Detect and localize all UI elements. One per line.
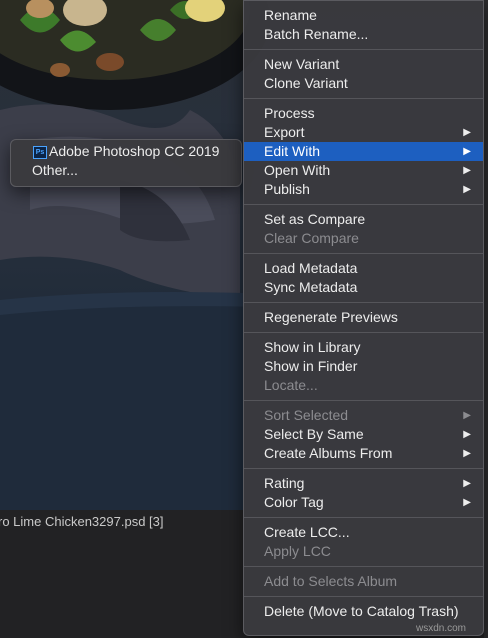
menu-item-label: Sort Selected (264, 407, 349, 423)
submenu-arrow-icon: ▶ (463, 165, 471, 176)
menu-item-new-variant[interactable]: New Variant (244, 55, 483, 74)
menu-item-delete-move-to-catalog-trash[interactable]: Delete (Move to Catalog Trash) (244, 602, 483, 621)
menu-item-process[interactable]: Process (244, 104, 483, 123)
menu-item-locate: Locate... (244, 376, 483, 395)
menu-separator (244, 468, 483, 469)
menu-item-create-lcc[interactable]: Create LCC... (244, 523, 483, 542)
menu-item-label: Regenerate Previews (264, 309, 398, 325)
menu-separator (244, 517, 483, 518)
menu-item-label: Export (264, 124, 305, 140)
menu-item-add-to-selects-album: Add to Selects Album (244, 572, 483, 591)
menu-item-batch-rename[interactable]: Batch Rename... (244, 25, 483, 44)
submenu-arrow-icon: ▶ (463, 184, 471, 195)
submenu-arrow-icon: ▶ (463, 478, 471, 489)
menu-item-edit-with[interactable]: Edit With ▶ (244, 142, 483, 161)
menu-item-label: Show in Library (264, 339, 361, 355)
menu-item-apply-lcc: Apply LCC (244, 542, 483, 561)
menu-item-regenerate-previews[interactable]: Regenerate Previews (244, 308, 483, 327)
submenu-arrow-icon: ▶ (463, 448, 471, 459)
submenu-arrow-icon: ▶ (463, 497, 471, 508)
menu-item-label: Sync Metadata (264, 279, 358, 295)
menu-item-rating[interactable]: Rating ▶ (244, 474, 483, 493)
menu-item-label: Color Tag (264, 494, 324, 510)
menu-separator (244, 98, 483, 99)
menu-item-label: New Variant (264, 56, 340, 72)
menu-item-label: Create LCC... (264, 524, 350, 540)
photoshop-icon: Ps (33, 146, 47, 159)
menu-item-label: Rename (264, 7, 317, 23)
submenu-item-photoshop[interactable]: Ps Adobe Photoshop CC 2019 (11, 142, 241, 161)
menu-item-clear-compare: Clear Compare (244, 229, 483, 248)
watermark: wsxdn.com (415, 623, 466, 634)
menu-separator (244, 332, 483, 333)
menu-item-label: Clone Variant (264, 75, 348, 91)
menu-item-label: Set as Compare (264, 211, 366, 227)
menu-item-label: Select By Same (264, 426, 364, 442)
window-edge (484, 0, 488, 638)
menu-item-export[interactable]: Export ▶ (244, 123, 483, 142)
menu-separator (244, 204, 483, 205)
menu-item-color-tag[interactable]: Color Tag ▶ (244, 493, 483, 512)
submenu-arrow-icon: ▶ (463, 429, 471, 440)
context-menu: Rename Batch Rename... New Variant Clone Va… (243, 0, 484, 636)
menu-item-select-by-same[interactable]: Select By Same ▶ (244, 425, 483, 444)
menu-separator (244, 253, 483, 254)
menu-item-label: Show in Finder (264, 358, 358, 374)
menu-item-show-in-library[interactable]: Show in Library (244, 338, 483, 357)
menu-item-show-in-finder[interactable]: Show in Finder (244, 357, 483, 376)
menu-item-rename[interactable]: Rename (244, 6, 483, 25)
menu-item-label: Rating (264, 475, 305, 491)
menu-item-label: Apply LCC (264, 543, 331, 559)
submenu-arrow-icon: ▶ (463, 127, 471, 138)
menu-item-clone-variant[interactable]: Clone Variant (244, 74, 483, 93)
submenu-arrow-icon: ▶ (463, 410, 471, 421)
menu-item-label: Create Albums From (264, 445, 393, 461)
menu-item-label: Locate... (264, 377, 318, 393)
menu-separator (244, 400, 483, 401)
menu-item-label: Process (264, 105, 315, 121)
menu-separator (244, 566, 483, 567)
menu-item-label: Batch Rename... (264, 26, 369, 42)
edit-with-submenu: Ps Adobe Photoshop CC 2019 Other... (10, 139, 242, 187)
menu-item-create-albums-from[interactable]: Create Albums From ▶ (244, 444, 483, 463)
menu-item-sync-metadata[interactable]: Sync Metadata (244, 278, 483, 297)
menu-separator (244, 302, 483, 303)
menu-item-label: Delete (Move to Catalog Trash) (264, 603, 459, 619)
menu-item-label: Load Metadata (264, 260, 358, 276)
submenu-item-label: Other... (32, 162, 78, 178)
menu-separator (244, 49, 483, 50)
menu-item-label: Publish (264, 181, 310, 197)
menu-separator (244, 596, 483, 597)
menu-item-label: Edit With (264, 143, 321, 159)
menu-item-label: Open With (264, 162, 331, 178)
file-name-caption: ro Lime Chicken3297.psd [3] (0, 514, 164, 529)
submenu-item-label: Adobe Photoshop CC 2019 (49, 143, 220, 159)
menu-item-publish[interactable]: Publish ▶ (244, 180, 483, 199)
menu-item-load-metadata[interactable]: Load Metadata (244, 259, 483, 278)
menu-item-open-with[interactable]: Open With ▶ (244, 161, 483, 180)
submenu-arrow-icon: ▶ (463, 146, 471, 157)
menu-item-label: Clear Compare (264, 230, 359, 246)
menu-item-label: Add to Selects Album (264, 573, 398, 589)
menu-item-sort-selected: Sort Selected ▶ (244, 406, 483, 425)
menu-item-set-as-compare[interactable]: Set as Compare (244, 210, 483, 229)
submenu-item-other[interactable]: Other... (11, 161, 241, 180)
